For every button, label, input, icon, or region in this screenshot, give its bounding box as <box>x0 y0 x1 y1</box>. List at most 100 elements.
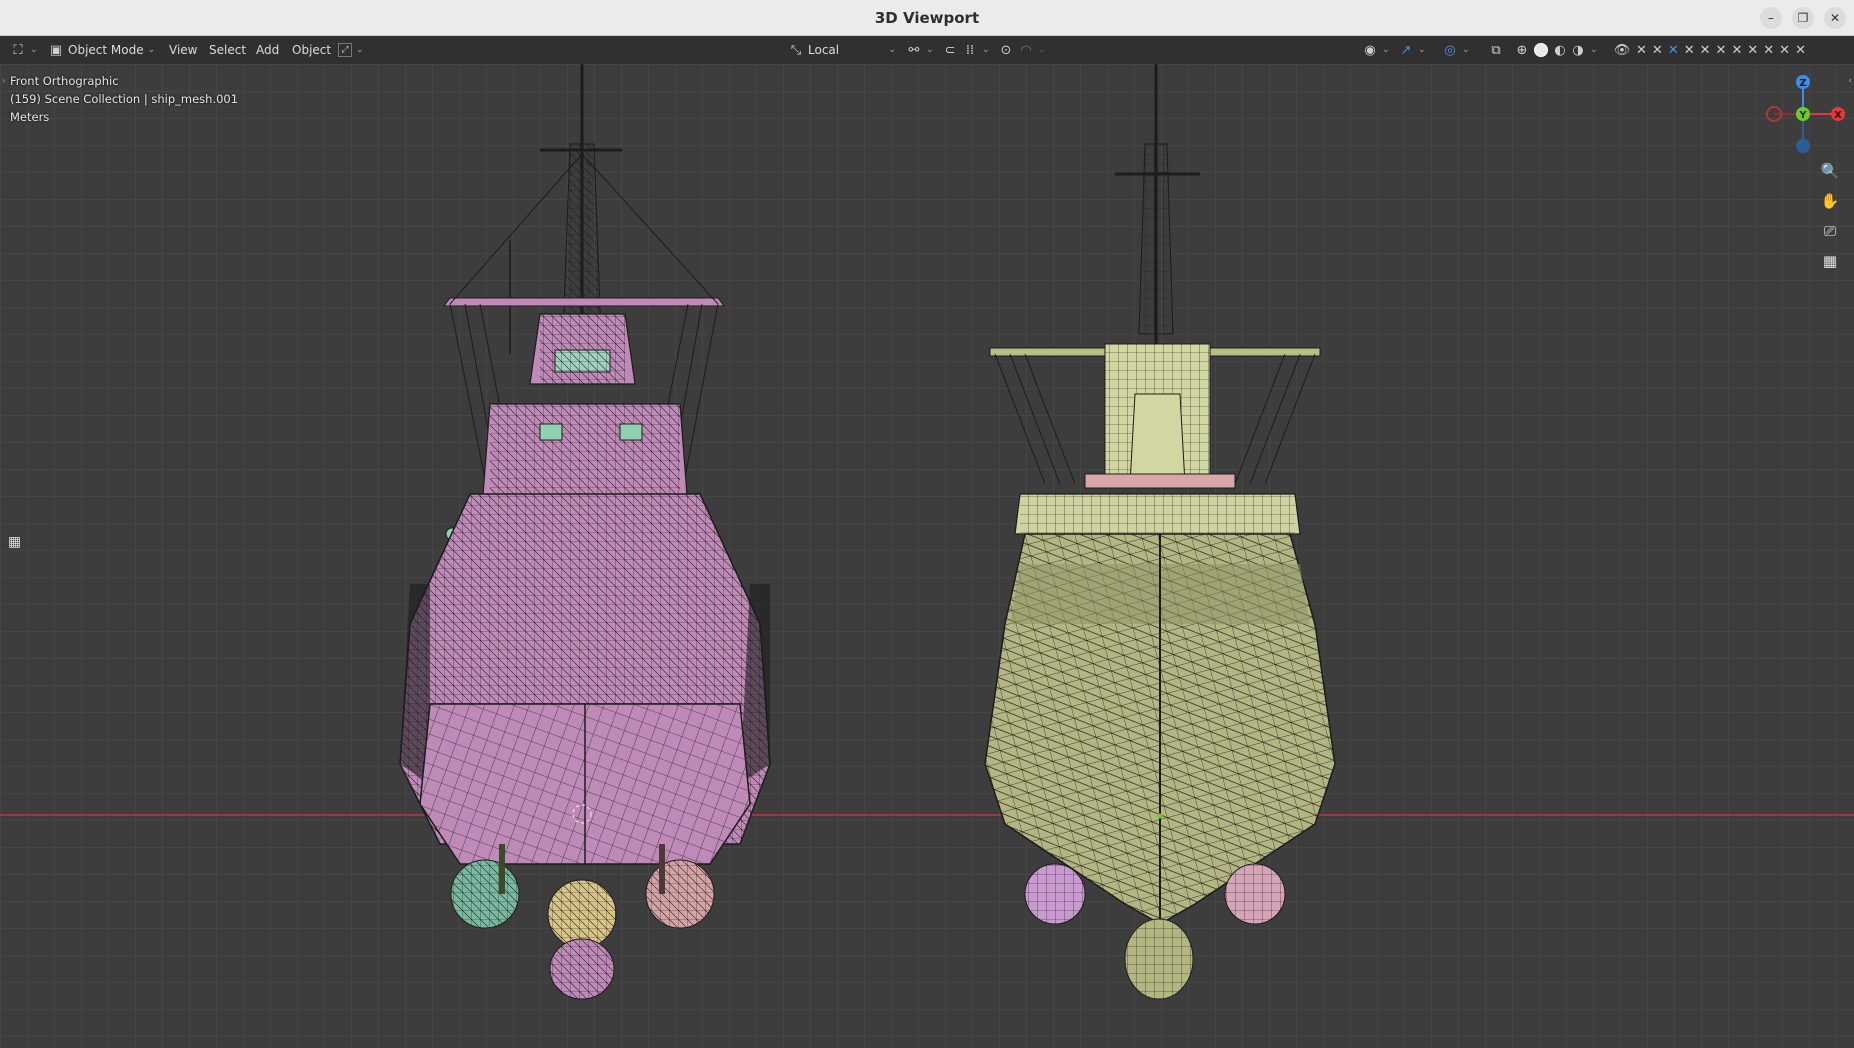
menu-object[interactable]: Object <box>288 36 335 64</box>
proportional-falloff-selector[interactable]: ◠ ⌄ <box>1018 36 1046 64</box>
toolbar-expand-icon[interactable]: › <box>2 76 5 85</box>
transform-gizmo-icon: ⤢ <box>338 43 352 57</box>
mode-selector[interactable]: ▣ Object Mode ⌄ <box>48 36 155 64</box>
object-mode-icon: ▣ <box>49 42 63 58</box>
rendered-sphere-icon: ◑ <box>1572 42 1584 58</box>
menu-select[interactable]: Select <box>205 36 250 64</box>
overlays-toggle[interactable]: ◎ ⌄ <box>1442 36 1470 64</box>
gizmo-visibility-toggle[interactable]: ↗ ⌄ <box>1398 36 1426 64</box>
cross-icon: ✕ <box>1667 42 1679 58</box>
cross-icon: ✕ <box>1731 42 1742 58</box>
cross-icon: ✕ <box>1747 42 1758 58</box>
cross-icon: ✕ <box>1779 42 1790 58</box>
chevron-down-icon: ⌄ <box>30 45 38 55</box>
orthographic-toggle-button[interactable]: ▦ <box>1819 250 1841 272</box>
navigation-gizmo[interactable]: Z X Y <box>1760 64 1854 158</box>
cross-icon: ✕ <box>1651 42 1663 58</box>
proportional-edit-toggle[interactable]: ⊙ <box>998 36 1014 64</box>
xray-icon: ⧉ <box>1491 42 1501 58</box>
gizmo-arrow-icon: ↗ <box>1400 42 1412 58</box>
left-ship-pink-wireframe[interactable] <box>390 64 780 1004</box>
checker-icon: ▦ <box>8 534 22 550</box>
menu-select-label: Select <box>209 43 247 57</box>
shading-rendered-button[interactable]: ◑ ⌄ <box>1570 36 1598 64</box>
window-titlebar: 3D Viewport – ❐ ✕ <box>0 0 1854 36</box>
cross-icon: ✕ <box>1795 42 1806 58</box>
transform-orientation-selector[interactable]: ⤡ Local ⌄ <box>788 36 896 64</box>
menu-add-label: Add <box>256 43 280 57</box>
mode-label: Object Mode <box>68 43 144 57</box>
camera-icon: ⎚ <box>1823 222 1836 240</box>
chevron-down-icon: ⌄ <box>1418 45 1426 55</box>
chevron-down-icon: ⌄ <box>1038 45 1046 55</box>
xray-toggle[interactable]: ⧉ <box>1488 36 1504 64</box>
shading-wireframe-button[interactable]: ⊕ <box>1514 36 1530 64</box>
hand-icon: ✋ <box>1820 192 1840 210</box>
z-axis-label: Z <box>1799 78 1806 89</box>
visibility-eye-toggle[interactable]: 👁 <box>1613 36 1631 64</box>
x-axis-line <box>0 814 1854 816</box>
cross-icon: ✕ <box>1683 42 1695 58</box>
proportional-edit-icon: ⊙ <box>1000 42 1012 58</box>
transform-orientation-label: Local <box>808 43 840 57</box>
pivot-icon: ⚯ <box>908 42 920 58</box>
right-ship-olive-wireframe[interactable] <box>965 64 1345 1004</box>
editor-type-selector[interactable]: ⛶ ⌄ <box>10 36 38 64</box>
window-title: 3D Viewport <box>874 8 980 27</box>
eye-icon: 👁 <box>1613 42 1631 58</box>
editor-type-icon: ⛶ <box>13 42 23 58</box>
menu-object-label: Object <box>292 43 332 57</box>
object-visibility-selector[interactable]: ◉ ⌄ <box>1362 36 1389 64</box>
falloff-curve-icon: ◠ <box>1020 42 1032 58</box>
zoom-icon: 🔍 <box>1820 162 1840 180</box>
shading-material-button[interactable]: ◐ <box>1552 36 1568 64</box>
close-button[interactable]: ✕ <box>1824 7 1846 29</box>
snap-grid-icon: ⁞⁞ <box>965 42 975 58</box>
chevron-down-icon: ⌄ <box>926 45 934 55</box>
chevron-down-icon: ⌄ <box>1462 45 1470 55</box>
magnet-icon: ⊂ <box>944 42 956 58</box>
solid-sphere-icon <box>1534 43 1548 57</box>
cross-icon: ✕ <box>1763 42 1774 58</box>
shading-solid-button[interactable] <box>1534 36 1548 64</box>
3d-viewport[interactable]: › ‹ Front Orthographic (159) Scene Colle… <box>0 64 1854 1048</box>
zoom-button[interactable]: 🔍 <box>1819 160 1841 182</box>
viewport-info: Front Orthographic (159) Scene Collectio… <box>10 72 238 126</box>
chevron-down-icon: ⌄ <box>356 45 364 55</box>
grid-icon: ▦ <box>1822 252 1838 270</box>
extra-header-tools[interactable]: ✕ ✕ ✕ ✕ ✕ ✕ ✕ ✕ ✕ ✕ ✕ <box>1636 36 1806 64</box>
neg-z-axis-handle <box>1796 139 1810 153</box>
chevron-down-icon: ⌄ <box>888 45 896 55</box>
cross-icon: ✕ <box>1699 42 1711 58</box>
menu-view-label: View <box>169 43 198 57</box>
camera-view-button[interactable]: ⎚ <box>1819 220 1841 242</box>
units-label: Meters <box>10 110 50 124</box>
window-controls: – ❐ ✕ <box>1760 7 1846 29</box>
navigation-tools: 🔍 ✋ ⎚ ▦ <box>1819 160 1841 272</box>
snap-toggle[interactable]: ⊂ <box>942 36 958 64</box>
chevron-down-icon: ⌄ <box>1590 45 1598 55</box>
orientation-icon: ⤡ <box>790 42 802 58</box>
y-axis-label: Y <box>1798 110 1807 121</box>
wireframe-sphere-icon: ⊕ <box>1516 42 1528 58</box>
tool-settings-toggle[interactable]: ▦ <box>8 534 26 552</box>
gizmo-toggle[interactable]: ⤢ ⌄ <box>338 36 364 64</box>
selectability-icon: ◉ <box>1364 42 1376 58</box>
x-axis-label: X <box>1834 110 1842 121</box>
chevron-down-icon: ⌄ <box>982 45 990 55</box>
viewport-header: ⛶ ⌄ ▣ Object Mode ⌄ View Select Add Obje… <box>0 36 1854 64</box>
view-name: Front Orthographic <box>10 74 119 88</box>
cross-icon: ✕ <box>1715 42 1727 58</box>
snap-target-selector[interactable]: ⁞⁞ ⌄ <box>962 36 990 64</box>
pivot-point-selector[interactable]: ⚯ ⌄ <box>906 36 934 64</box>
pan-button[interactable]: ✋ <box>1819 190 1841 212</box>
collection-info: (159) Scene Collection | ship_mesh.001 <box>10 92 239 106</box>
menu-view[interactable]: View <box>165 36 201 64</box>
maximize-button[interactable]: ❐ <box>1792 7 1814 29</box>
object-origin-dot <box>1157 813 1163 819</box>
minimize-button[interactable]: – <box>1760 7 1782 29</box>
menu-add[interactable]: Add <box>252 36 283 64</box>
cross-icon: ✕ <box>1636 42 1647 58</box>
chevron-down-icon: ⌄ <box>147 45 156 55</box>
overlays-icon: ◎ <box>1444 42 1456 58</box>
